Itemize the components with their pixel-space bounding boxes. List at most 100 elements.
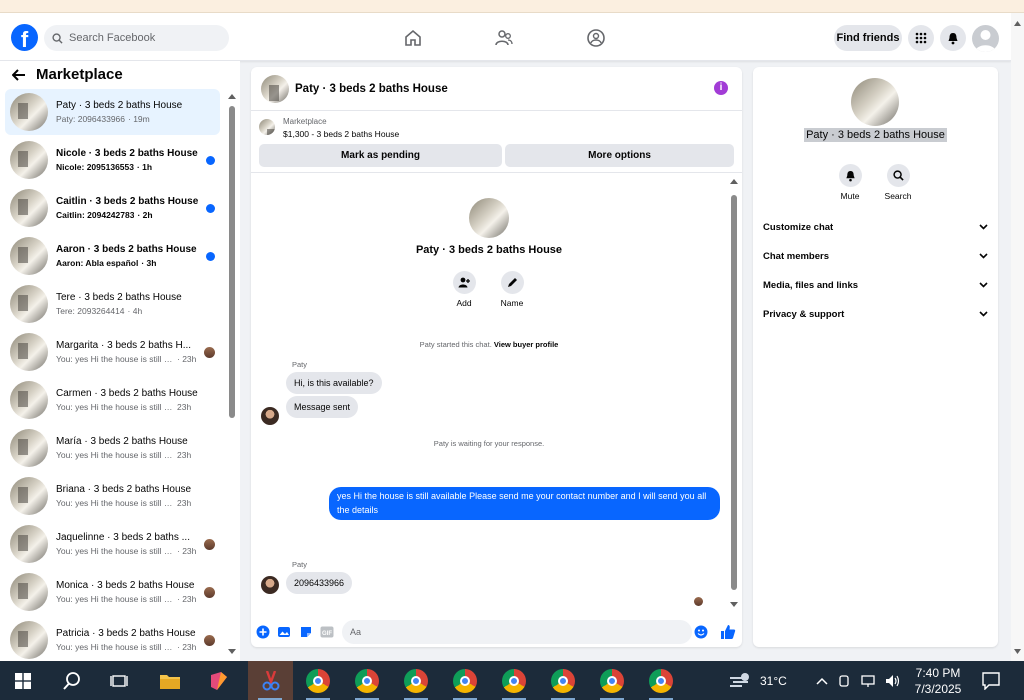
facebook-logo[interactable]: f <box>11 24 38 51</box>
snipping-tool-icon[interactable] <box>248 661 293 700</box>
chrome-profile-icon[interactable] <box>298 661 338 700</box>
notification-center-icon[interactable] <box>982 661 1000 700</box>
profile-avatar[interactable] <box>972 25 999 52</box>
incoming-message[interactable]: Message sent <box>286 396 359 418</box>
details-section-row[interactable]: Media, files and links <box>763 275 988 295</box>
groups-icon[interactable] <box>586 28 606 48</box>
chrome-profile-icon[interactable] <box>543 661 583 700</box>
incoming-message[interactable]: 2096433966 <box>286 572 353 594</box>
message-time: 23h <box>177 498 192 508</box>
conversation-item[interactable]: Patricia · 3 beds 2 baths House You: yes … <box>5 617 220 663</box>
listing-price[interactable]: $1,300 - 3 beds 2 baths House <box>283 129 399 139</box>
details-section-row[interactable]: Customize chat <box>763 217 988 237</box>
find-friends-button[interactable]: Find friends <box>834 25 902 51</box>
view-buyer-profile-link[interactable]: View buyer profile <box>494 340 558 349</box>
chrome-profile-icon[interactable] <box>396 661 436 700</box>
pencil-icon[interactable] <box>500 271 524 294</box>
network-icon[interactable] <box>860 674 876 688</box>
meet-now-icon[interactable] <box>837 674 851 688</box>
message-thread: Paty · 3 beds 2 baths House Add Name Pat… <box>251 175 731 607</box>
details-thumbnail[interactable] <box>851 78 899 126</box>
message-input[interactable]: Aa <box>342 620 692 644</box>
chrome-profile-icon[interactable] <box>445 661 485 700</box>
notifications-bell-icon[interactable] <box>940 25 966 51</box>
chrome-profile-icon[interactable] <box>494 661 534 700</box>
mark-as-pending-button[interactable]: Mark as pending <box>259 144 502 167</box>
message-time: · 3h <box>141 258 157 268</box>
incoming-message[interactable]: Hi, is this available? <box>286 372 382 394</box>
conversation-item[interactable]: Caitlin · 3 beds 2 baths House Caitlin: 2… <box>5 185 220 231</box>
back-arrow-icon[interactable] <box>12 68 26 81</box>
sender-avatar[interactable] <box>261 407 279 425</box>
conversation-item[interactable]: Carmen · 3 beds 2 baths House You: yes Hi… <box>5 377 220 423</box>
last-message: You: yes Hi the house is still av... <box>56 546 174 556</box>
task-view-icon[interactable] <box>99 661 139 700</box>
details-section-row[interactable]: Chat members <box>763 246 988 266</box>
conversation-item[interactable]: Aaron · 3 beds 2 baths House Aaron: Abla … <box>5 233 220 279</box>
chat-started-text: Paty started this chat. <box>419 340 492 349</box>
chat-scrollbar[interactable] <box>730 179 738 607</box>
windows-start-icon[interactable] <box>3 661 43 700</box>
sticker-icon[interactable] <box>299 625 313 639</box>
last-message: Tere: 2093264414 <box>56 306 125 316</box>
conversation-item[interactable]: Jaquelinne · 3 beds 2 baths ... You: yes … <box>5 521 220 567</box>
weather-widget[interactable]: 31°C <box>728 661 787 700</box>
file-explorer-icon[interactable] <box>150 661 190 700</box>
add-action[interactable]: Add <box>444 271 484 308</box>
sidebar-scrollbar[interactable] <box>228 94 236 654</box>
system-tray[interactable] <box>816 661 901 700</box>
chrome-profile-icon[interactable] <box>592 661 632 700</box>
conversation-name: María · 3 beds 2 baths House <box>56 436 188 447</box>
clock[interactable]: 7:40 PM 7/3/2025 <box>908 661 968 700</box>
search-action[interactable]: Search <box>878 164 918 201</box>
name-action[interactable]: Name <box>492 271 532 308</box>
chrome-icon <box>306 668 330 693</box>
conversation-item[interactable]: Paty · 3 beds 2 baths House Paty: 2096433… <box>5 89 220 135</box>
conversation-item[interactable]: Briana · 3 beds 2 baths House You: yes Hi… <box>5 473 220 519</box>
conversation-item[interactable]: Monica · 3 beds 2 baths House You: yes Hi… <box>5 569 220 615</box>
conversation-item[interactable]: Nicole · 3 beds 2 baths House Nicole: 209… <box>5 137 220 183</box>
conversation-preview: Caitlin: 2094242783 · 2h <box>56 210 206 220</box>
search-input[interactable]: Search Facebook <box>44 25 229 51</box>
chrome-profile-icon[interactable] <box>641 661 681 700</box>
conversation-text: Tere · 3 beds 2 baths House Tere: 2093264… <box>56 292 206 316</box>
window-scrollbar[interactable] <box>1011 13 1024 661</box>
search-taskbar-icon[interactable] <box>52 661 92 700</box>
plus-circle-icon[interactable] <box>256 625 270 639</box>
mute-action[interactable]: Mute <box>830 164 870 201</box>
chat-title[interactable]: Paty · 3 beds 2 baths House <box>295 83 448 95</box>
outgoing-message[interactable]: yes Hi the house is still available Plea… <box>329 487 720 520</box>
chat-started-notice: Paty started this chat. View buyer profi… <box>251 340 727 349</box>
friends-icon[interactable] <box>494 28 514 48</box>
app-icon[interactable] <box>199 661 239 700</box>
volume-icon[interactable] <box>885 674 901 688</box>
unread-indicator <box>206 251 215 261</box>
conversation-name: Jaquelinne · 3 beds 2 baths ... <box>56 532 190 543</box>
chrome-profile-icon[interactable] <box>347 661 387 700</box>
chat-header-thumbnail[interactable] <box>261 74 289 103</box>
last-message: Paty: 2096433966 <box>56 114 126 124</box>
info-icon[interactable]: i <box>714 81 728 95</box>
details-section-row[interactable]: Privacy & support <box>763 304 988 324</box>
seen-avatar <box>204 346 215 358</box>
conversation-item[interactable]: Margarita · 3 beds 2 baths H... You: yes … <box>5 329 220 375</box>
menu-grid-icon[interactable] <box>908 25 934 51</box>
more-options-button[interactable]: More options <box>505 144 734 167</box>
thumbs-up-icon[interactable] <box>720 624 736 640</box>
home-icon[interactable] <box>403 28 423 48</box>
bell-icon[interactable] <box>838 164 862 187</box>
mute-label: Mute <box>840 191 860 201</box>
emoji-icon[interactable] <box>694 625 708 639</box>
conversation-item[interactable]: María · 3 beds 2 baths House You: yes Hi … <box>5 425 220 471</box>
add-person-icon[interactable] <box>452 271 476 294</box>
listing-thumbnail[interactable] <box>259 119 275 135</box>
last-message: Caitlin: 2094242783 <box>56 210 135 220</box>
sidebar-header: Marketplace <box>12 66 123 83</box>
search-icon[interactable] <box>886 164 910 187</box>
sender-avatar[interactable] <box>261 576 279 594</box>
photo-icon[interactable] <box>277 625 291 639</box>
conversation-item[interactable]: Tere · 3 beds 2 baths House Tere: 2093264… <box>5 281 220 327</box>
conversation-text: María · 3 beds 2 baths House You: yes Hi … <box>56 436 206 460</box>
chevron-up-icon[interactable] <box>816 677 828 685</box>
gif-icon[interactable]: GIF <box>320 625 334 639</box>
